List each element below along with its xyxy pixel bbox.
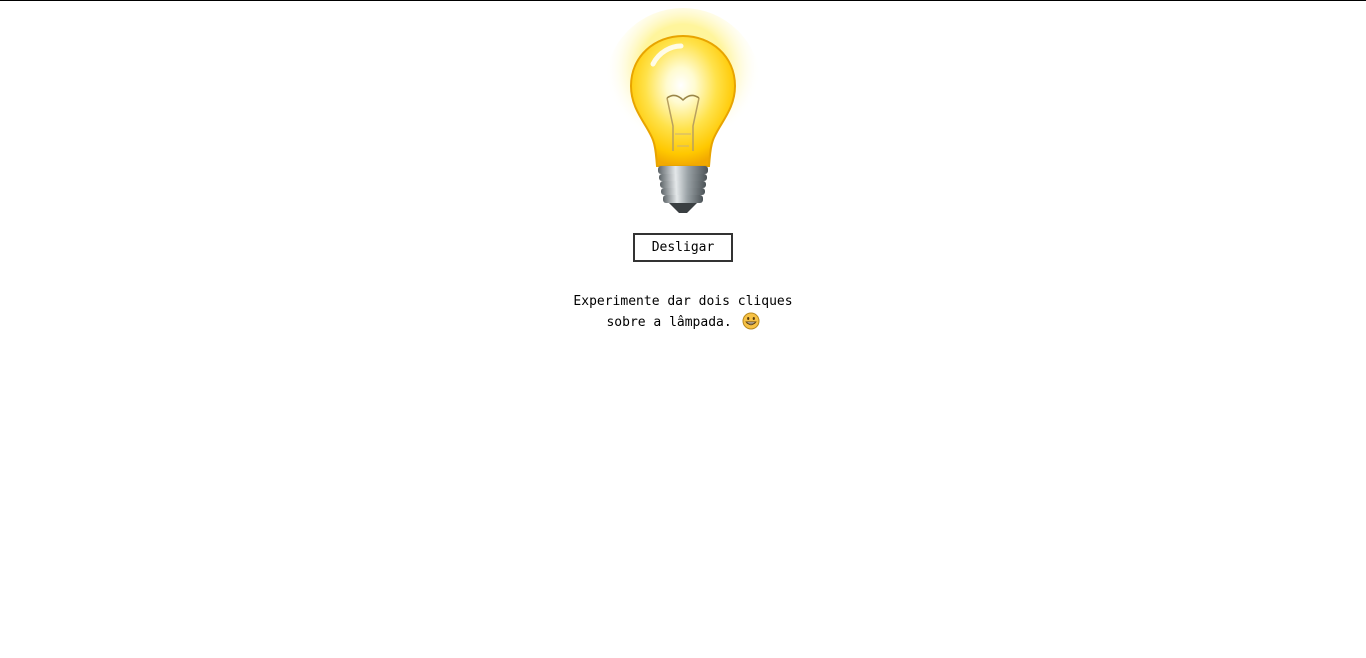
light-bulb-icon[interactable] [603, 6, 763, 218]
page-main: Desligar Experimente dar dois cliques so… [0, 0, 1366, 337]
hint-text: Experimente dar dois cliques sobre a lâm… [573, 292, 792, 337]
hint-line-2: sobre a lâmpada. [573, 312, 792, 337]
grinning-face-icon [742, 312, 760, 337]
light-bulb[interactable] [603, 6, 763, 218]
hint-line-2-text: sobre a lâmpada. [606, 315, 732, 330]
hint-line-1: Experimente dar dois cliques [573, 294, 793, 309]
toggle-light-button[interactable]: Desligar [633, 233, 733, 262]
